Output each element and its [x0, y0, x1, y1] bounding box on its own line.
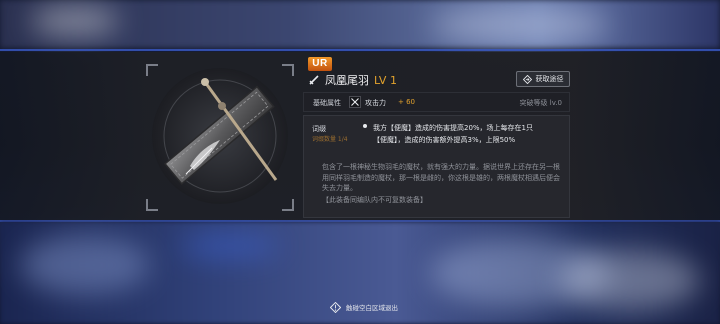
- base-attributes-heading: 基础属性: [313, 99, 341, 107]
- attack-label: 攻击力: [365, 99, 386, 107]
- affix-title: 词缀: [312, 125, 326, 133]
- attack-value: + 60: [398, 98, 415, 106]
- rarity-badge: UR: [308, 57, 332, 71]
- affix-effect-line: 【便魔】，造成的伤害额外提高3%，上限50%: [373, 136, 516, 144]
- phoenix-feather-wand-artwork: [152, 68, 288, 204]
- acquire-route-label: 获取途径: [535, 75, 564, 83]
- tap-to-close-label: 触碰空白区域退出: [346, 304, 398, 312]
- item-title-row: 凤凰尾羽 LV 1: [308, 72, 397, 88]
- item-level: LV 1: [374, 73, 397, 87]
- base-attributes-row: 基础属性 攻击力 + 60 突破等级 lv.0: [303, 92, 570, 112]
- tap-to-close-hint[interactable]: 触碰空白区域退出: [330, 301, 398, 313]
- equip-restriction-note: 【此装备同编队内不可复数装备】: [322, 196, 427, 204]
- affix-count: 词缀数量 1/4: [312, 136, 348, 143]
- affix-effect-line: 我方【便魔】造成的伤害提高20%，场上每存在1只: [373, 124, 534, 132]
- diamond-route-icon: [522, 74, 532, 84]
- crossed-swords-icon: [349, 96, 361, 108]
- sword-icon: [309, 75, 319, 85]
- breakthrough-level: 突破等级 lv.0: [519, 99, 562, 107]
- top-accent-line: [0, 49, 720, 51]
- item-description: 包含了一根神秘生物羽毛的魔杖，就有强大的力量。据说世界上还存在另一根用同样羽毛制…: [322, 163, 560, 192]
- tap-hint-icon: [330, 301, 341, 313]
- item-name: 凤凰尾羽: [325, 74, 369, 87]
- acquire-route-button[interactable]: 获取途径: [516, 71, 570, 87]
- affix-bullet: [363, 124, 367, 128]
- affix-panel: 词缀 词缀数量 1/4 我方【便魔】造成的伤害提高20%，场上每存在1只 【便魔…: [303, 115, 570, 218]
